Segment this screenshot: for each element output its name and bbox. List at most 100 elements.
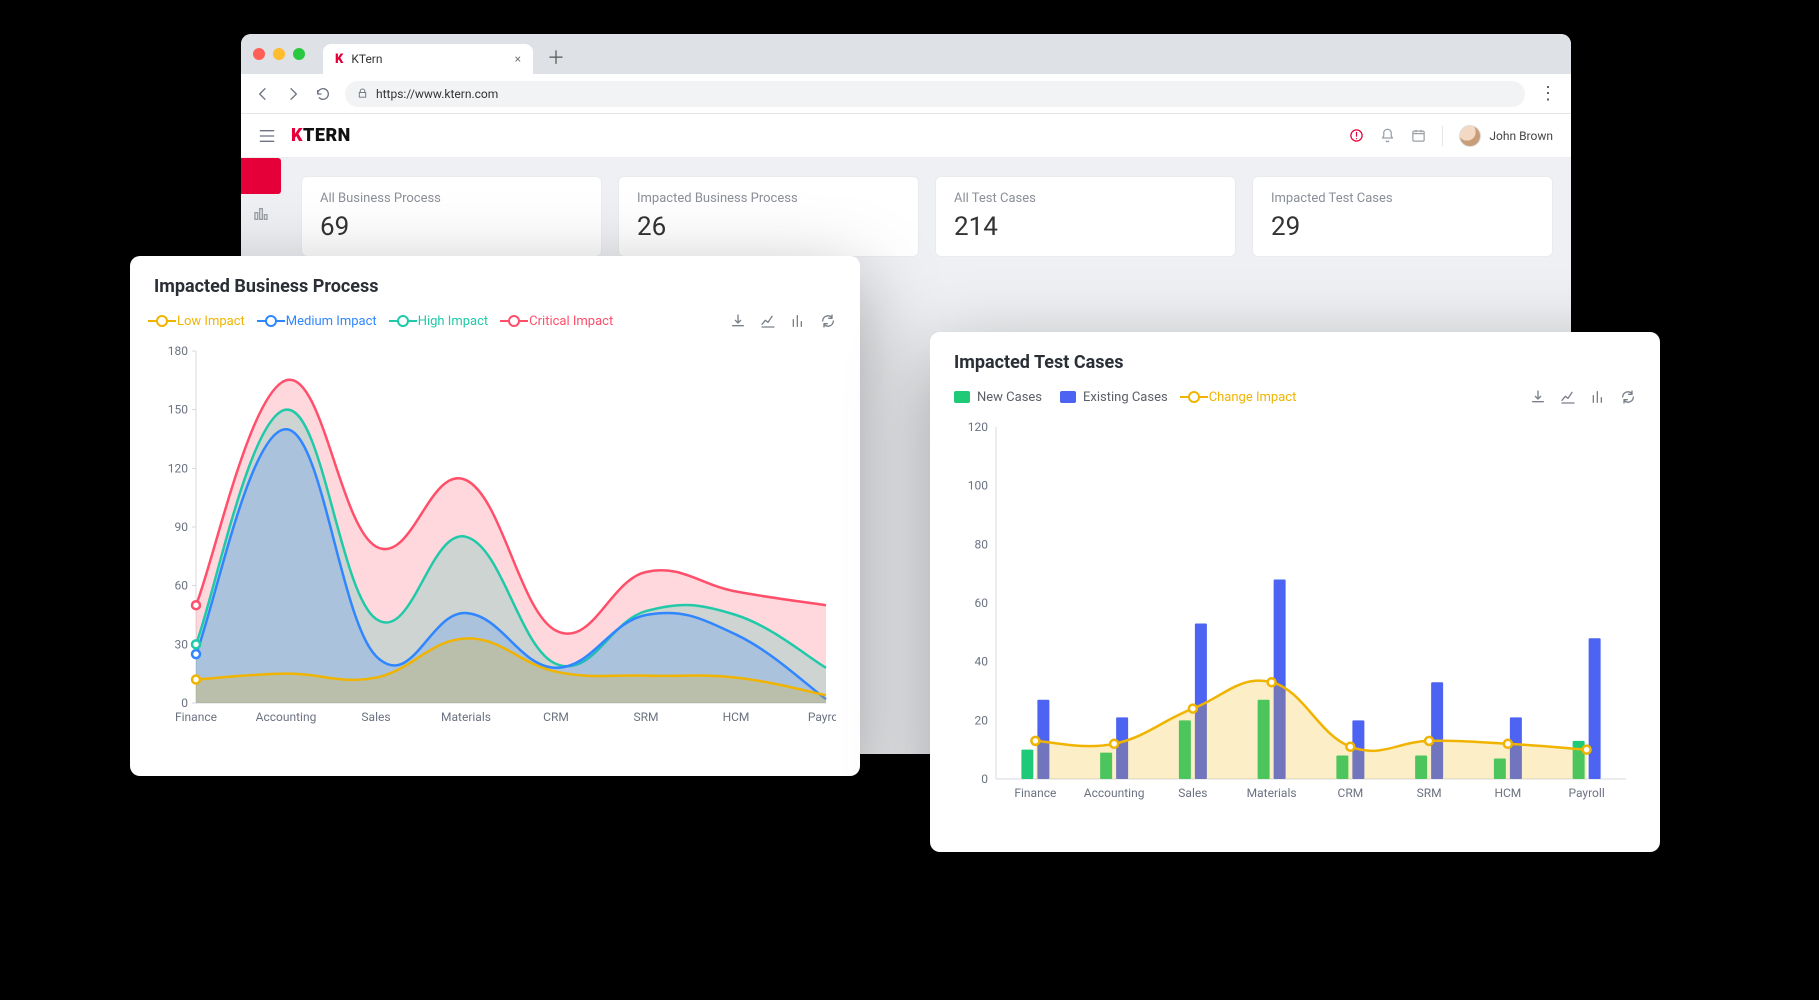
- legend-label: Existing Cases: [1083, 390, 1168, 405]
- svg-text:CRM: CRM: [1338, 786, 1364, 800]
- maximize-window-button[interactable]: [293, 48, 305, 60]
- legend-low-impact[interactable]: Low Impact: [154, 313, 245, 329]
- download-icon[interactable]: [1530, 389, 1546, 405]
- svg-text:30: 30: [175, 637, 189, 651]
- svg-text:Finance: Finance: [1014, 786, 1056, 800]
- back-button[interactable]: [255, 86, 271, 102]
- legend-existing-cases[interactable]: Existing Cases: [1060, 390, 1168, 405]
- stat-label: All Test Cases: [954, 191, 1217, 206]
- lock-icon: [357, 88, 368, 99]
- svg-text:Payroll: Payroll: [1568, 786, 1604, 800]
- svg-text:80: 80: [975, 537, 989, 551]
- chart-card-impacted-process: Impacted Business Process Low Impact Med…: [130, 256, 860, 776]
- user-name: John Brown: [1489, 129, 1553, 143]
- chart-toolbar: New Cases Existing Cases Change Impact: [954, 389, 1636, 405]
- chart-title: Impacted Business Process: [154, 276, 836, 297]
- chart-title: Impacted Test Cases: [954, 352, 1636, 373]
- legend-label: Change Impact: [1209, 390, 1297, 405]
- minimize-window-button[interactable]: [273, 48, 285, 60]
- download-icon[interactable]: [730, 313, 746, 329]
- stat-value: 29: [1271, 212, 1534, 242]
- close-window-button[interactable]: [253, 48, 265, 60]
- reload-button[interactable]: [315, 86, 331, 102]
- stat-label: All Business Process: [320, 191, 583, 206]
- svg-text:SRM: SRM: [634, 710, 659, 724]
- chart-card-impacted-tests: Impacted Test Cases New Cases Existing C…: [930, 332, 1660, 852]
- tab-strip: K KTern × ＋: [241, 34, 1571, 74]
- legend-change-impact[interactable]: Change Impact: [1186, 389, 1297, 405]
- svg-text:120: 120: [968, 420, 988, 434]
- svg-text:0: 0: [981, 772, 988, 786]
- svg-text:Sales: Sales: [361, 710, 390, 724]
- svg-text:HCM: HCM: [1494, 786, 1521, 800]
- svg-text:Materials: Materials: [1247, 786, 1297, 800]
- alert-icon[interactable]: [1349, 128, 1364, 143]
- stat-card-all-process: All Business Process 69: [301, 176, 602, 257]
- rail-chart-icon[interactable]: [241, 194, 281, 234]
- rail-active-indicator[interactable]: [241, 158, 281, 194]
- stat-label: Impacted Business Process: [637, 191, 900, 206]
- legend-label: Critical Impact: [529, 314, 613, 329]
- avatar: [1459, 125, 1481, 147]
- chart-actions: [1530, 389, 1636, 405]
- chart-legend: New Cases Existing Cases Change Impact: [954, 389, 1296, 405]
- svg-text:60: 60: [175, 579, 189, 593]
- chart-legend: Low Impact Medium Impact High Impact Cri…: [154, 313, 613, 329]
- bell-icon[interactable]: [1380, 128, 1395, 143]
- stat-value: 214: [954, 212, 1217, 242]
- stat-card-all-tests: All Test Cases 214: [935, 176, 1236, 257]
- close-tab-button[interactable]: ×: [515, 52, 521, 66]
- svg-text:20: 20: [975, 713, 989, 727]
- browser-menu-button[interactable]: ⋮: [1539, 83, 1557, 104]
- legend-new-cases[interactable]: New Cases: [954, 390, 1042, 405]
- svg-text:180: 180: [168, 344, 188, 358]
- legend-label: Medium Impact: [286, 314, 377, 329]
- url-input[interactable]: https://www.ktern.com: [345, 81, 1525, 107]
- line-chart-icon[interactable]: [760, 313, 776, 329]
- svg-text:SRM: SRM: [1417, 786, 1442, 800]
- svg-text:HCM: HCM: [723, 710, 750, 724]
- line-chart-icon[interactable]: [1560, 389, 1576, 405]
- svg-text:Sales: Sales: [1178, 786, 1207, 800]
- svg-text:90: 90: [175, 520, 189, 534]
- stat-value: 26: [637, 212, 900, 242]
- svg-text:0: 0: [181, 696, 188, 710]
- legend-high-impact[interactable]: High Impact: [395, 313, 488, 329]
- svg-text:60: 60: [975, 596, 989, 610]
- chart-actions: [730, 313, 836, 329]
- stat-card-impacted-process: Impacted Business Process 26: [618, 176, 919, 257]
- svg-text:Accounting: Accounting: [1084, 786, 1145, 800]
- address-bar: https://www.ktern.com ⋮: [241, 74, 1571, 114]
- new-tab-button[interactable]: ＋: [541, 42, 571, 72]
- svg-text:CRM: CRM: [543, 710, 569, 724]
- url-text: https://www.ktern.com: [376, 87, 498, 101]
- app-header: KTERN John Brown: [241, 114, 1571, 158]
- bar-chart-icon[interactable]: [790, 313, 806, 329]
- user-menu[interactable]: John Brown: [1459, 125, 1553, 147]
- legend-critical-impact[interactable]: Critical Impact: [506, 313, 613, 329]
- legend-swatch: [954, 391, 970, 403]
- forward-button[interactable]: [285, 86, 301, 102]
- tab-title: KTern: [351, 52, 382, 66]
- sidebar-toggle-button[interactable]: [259, 129, 275, 143]
- stat-value: 69: [320, 212, 583, 242]
- chart-toolbar: Low Impact Medium Impact High Impact Cri…: [154, 313, 836, 329]
- window-controls: [253, 48, 305, 60]
- svg-text:Materials: Materials: [441, 710, 491, 724]
- plot-area-chart: 0306090120150180FinanceAccountingSalesMa…: [154, 341, 836, 731]
- separator: [1442, 126, 1443, 146]
- calendar-icon[interactable]: [1411, 128, 1426, 143]
- stats-row: All Business Process 69 Impacted Busines…: [301, 176, 1553, 257]
- legend-medium-impact[interactable]: Medium Impact: [263, 313, 377, 329]
- refresh-icon[interactable]: [1620, 389, 1636, 405]
- refresh-icon[interactable]: [820, 313, 836, 329]
- plot-bar-chart: 0 20 40 60 80 100 120 Finance Accounting Sales Mat…: [954, 417, 1636, 807]
- svg-text:100: 100: [968, 479, 988, 493]
- stat-label: Impacted Test Cases: [1271, 191, 1534, 206]
- bar-chart-icon[interactable]: [1590, 389, 1606, 405]
- legend-label: High Impact: [418, 314, 488, 329]
- legend-label: New Cases: [977, 390, 1042, 405]
- svg-text:Accounting: Accounting: [256, 710, 317, 724]
- browser-tab[interactable]: K KTern ×: [323, 44, 533, 74]
- svg-text:40: 40: [975, 655, 989, 669]
